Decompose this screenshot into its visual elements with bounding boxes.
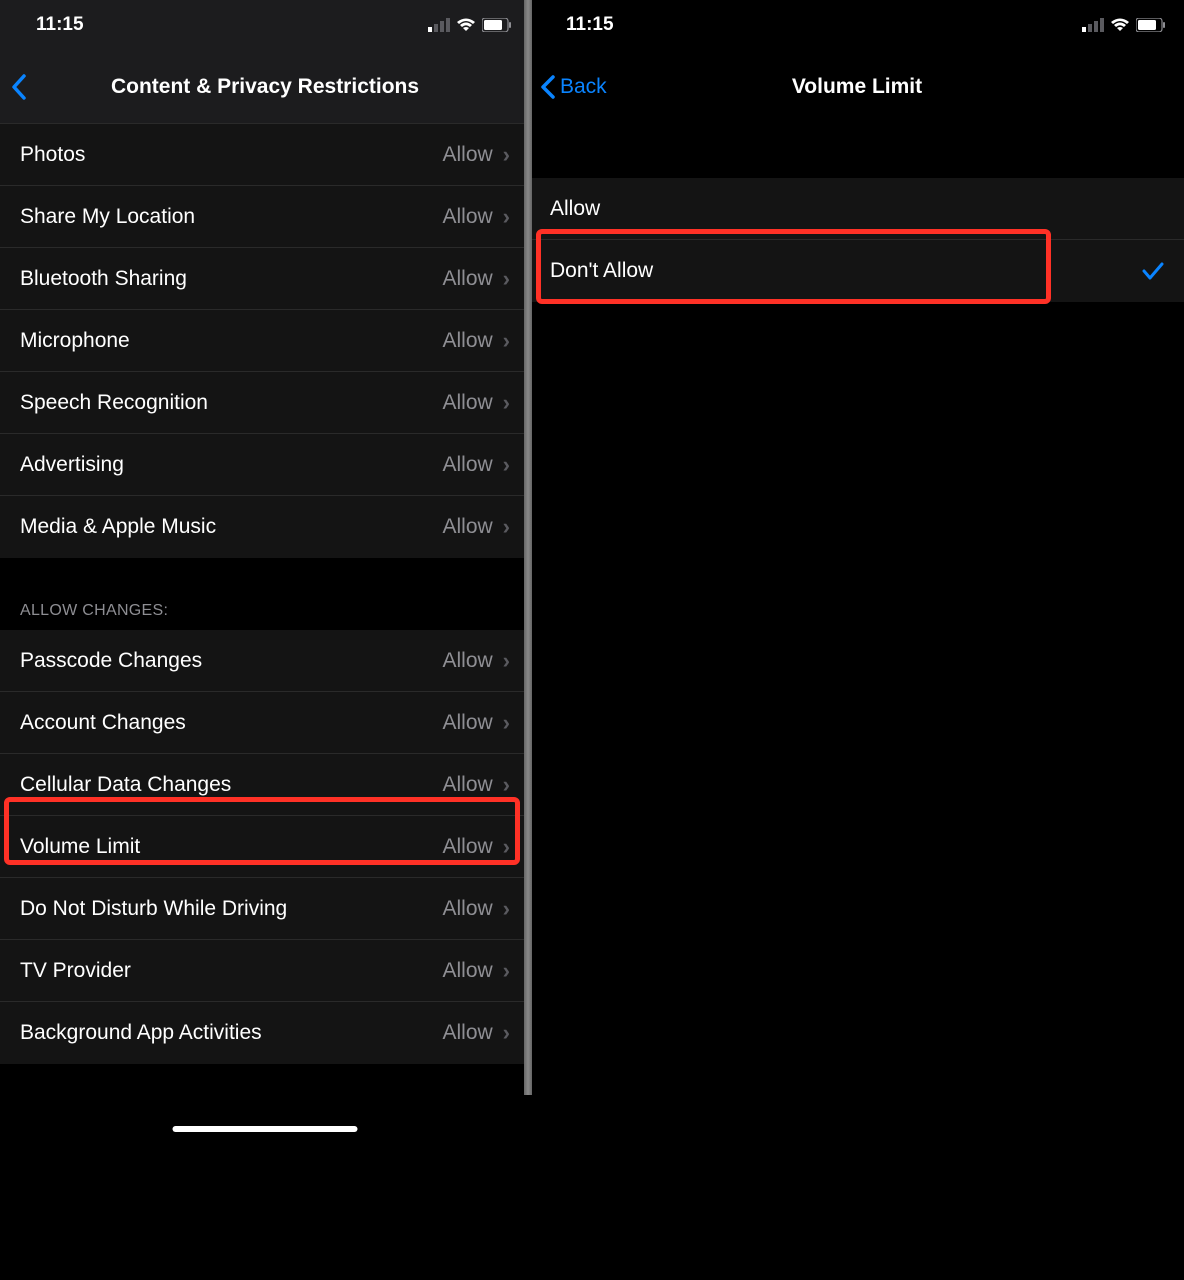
option-label: Don't Allow [550,259,1142,283]
row-microphone[interactable]: Microphone Allow › [0,310,530,372]
row-value: Allow [442,711,492,735]
page-title: Volume Limit [530,75,1184,99]
row-label: Do Not Disturb While Driving [20,897,442,921]
chevron-right-icon: › [503,390,510,416]
row-label: Photos [20,143,442,167]
row-media-apple-music[interactable]: Media & Apple Music Allow › [0,496,530,558]
chevron-right-icon: › [503,834,510,860]
row-background-app-activities[interactable]: Background App Activities Allow › [0,1002,530,1064]
back-button[interactable]: Back [540,75,607,99]
wifi-icon [1110,18,1130,32]
chevron-left-icon [10,74,28,100]
spacer [530,124,1184,178]
option-label: Allow [550,197,1164,221]
chevron-right-icon: › [503,1020,510,1046]
chevron-right-icon: › [503,896,510,922]
battery-icon [482,18,512,32]
chevron-right-icon: › [503,648,510,674]
option-dont-allow[interactable]: Don't Allow [530,240,1184,302]
status-time: 11:15 [36,14,84,36]
row-label: Cellular Data Changes [20,773,442,797]
allow-changes-header: Allow Changes: [0,558,530,630]
chevron-right-icon: › [503,452,510,478]
chevron-right-icon: › [503,204,510,230]
row-label: Share My Location [20,205,442,229]
chevron-left-icon [540,75,556,99]
row-value: Allow [442,835,492,859]
row-value: Allow [442,515,492,539]
row-value: Allow [442,897,492,921]
allow-changes-list: Passcode Changes Allow › Account Changes… [0,630,530,1064]
option-allow[interactable]: Allow [530,178,1184,240]
chevron-right-icon: › [503,958,510,984]
row-value: Allow [442,143,492,167]
back-label: Back [560,75,607,99]
status-bar: 11:15 [530,0,1184,50]
nav-bar: Content & Privacy Restrictions [0,50,530,124]
row-volume-limit[interactable]: Volume Limit Allow › [0,816,530,878]
row-dnd-driving[interactable]: Do Not Disturb While Driving Allow › [0,878,530,940]
row-share-my-location[interactable]: Share My Location Allow › [0,186,530,248]
row-advertising[interactable]: Advertising Allow › [0,434,530,496]
row-label: Background App Activities [20,1021,442,1045]
row-account-changes[interactable]: Account Changes Allow › [0,692,530,754]
chevron-right-icon: › [503,772,510,798]
status-right [1082,18,1166,32]
cellular-signal-icon [1082,18,1104,32]
row-label: Passcode Changes [20,649,442,673]
wifi-icon [456,18,476,32]
chevron-right-icon: › [503,142,510,168]
chevron-right-icon: › [503,514,510,540]
chevron-right-icon: › [503,328,510,354]
left-screenshot: 11:15 Content & Privacy Restrictions Pho… [0,0,530,1280]
right-screenshot: 11:15 Back Volume Limit Allow Don't Allo… [530,0,1184,1280]
status-right [428,18,512,32]
row-value: Allow [442,329,492,353]
row-value: Allow [442,773,492,797]
row-label: TV Provider [20,959,442,983]
row-label: Speech Recognition [20,391,442,415]
row-label: Microphone [20,329,442,353]
row-label: Advertising [20,453,442,477]
row-label: Account Changes [20,711,442,735]
home-indicator [173,1126,358,1132]
nav-bar: Back Volume Limit [530,50,1184,124]
row-bluetooth-sharing[interactable]: Bluetooth Sharing Allow › [0,248,530,310]
privacy-list-section: Photos Allow › Share My Location Allow ›… [0,124,530,558]
row-value: Allow [442,205,492,229]
pane-divider [524,0,532,1095]
row-label: Media & Apple Music [20,515,442,539]
row-value: Allow [442,267,492,291]
row-value: Allow [442,1021,492,1045]
row-photos[interactable]: Photos Allow › [0,124,530,186]
row-passcode-changes[interactable]: Passcode Changes Allow › [0,630,530,692]
cellular-signal-icon [428,18,450,32]
row-cellular-data-changes[interactable]: Cellular Data Changes Allow › [0,754,530,816]
row-label: Volume Limit [20,835,442,859]
row-value: Allow [442,391,492,415]
checkmark-icon [1142,261,1164,281]
chevron-right-icon: › [503,710,510,736]
row-tv-provider[interactable]: TV Provider Allow › [0,940,530,1002]
page-title: Content & Privacy Restrictions [0,75,530,99]
back-button[interactable] [10,74,28,100]
status-bar: 11:15 [0,0,530,50]
row-value: Allow [442,649,492,673]
chevron-right-icon: › [503,266,510,292]
row-value: Allow [442,453,492,477]
row-speech-recognition[interactable]: Speech Recognition Allow › [0,372,530,434]
battery-icon [1136,18,1166,32]
status-time: 11:15 [566,14,614,36]
row-label: Bluetooth Sharing [20,267,442,291]
row-value: Allow [442,959,492,983]
volume-limit-options: Allow Don't Allow [530,178,1184,302]
